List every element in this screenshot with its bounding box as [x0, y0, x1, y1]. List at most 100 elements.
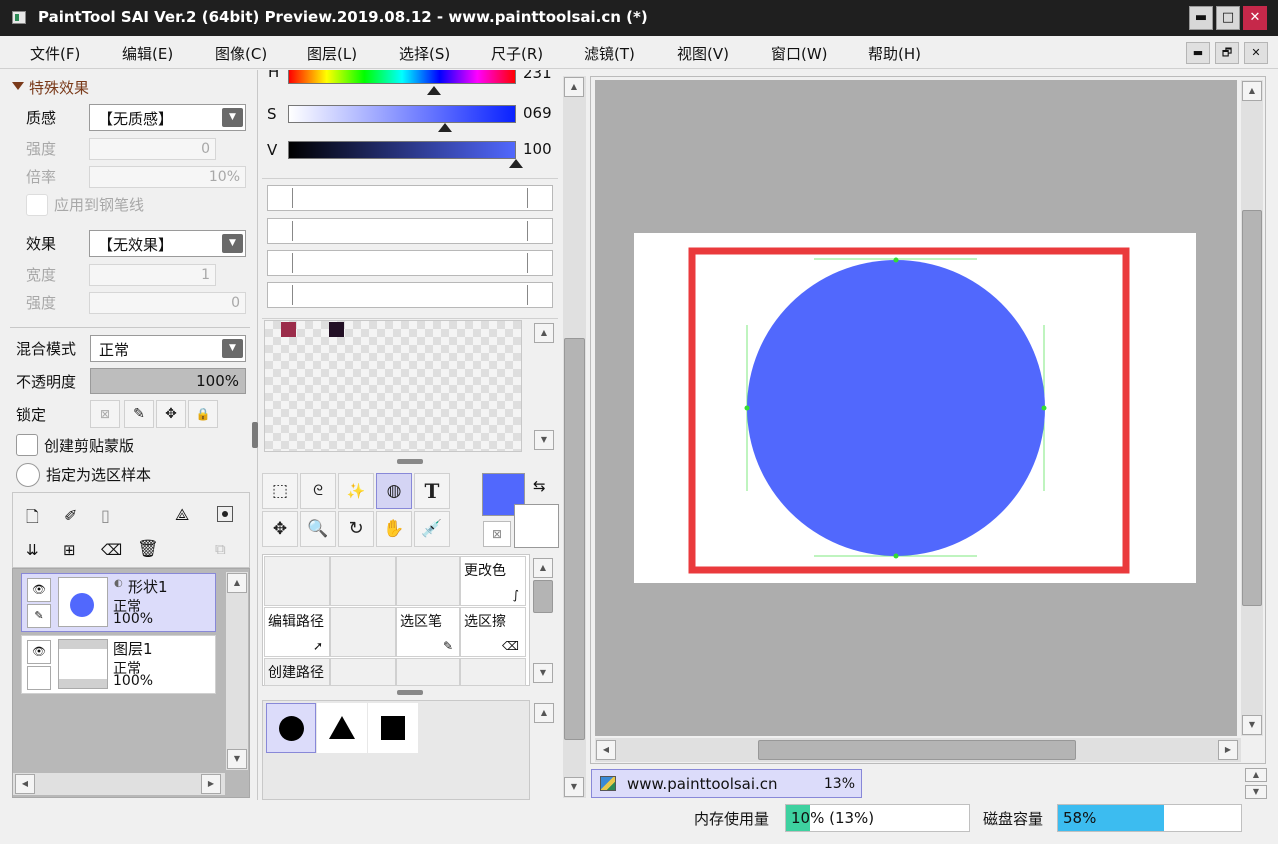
control-point[interactable]: [1041, 405, 1047, 411]
mdi-restore-button[interactable]: 🗗: [1215, 42, 1239, 64]
lock-all-icon[interactable]: 🔒: [188, 400, 218, 428]
maximize-button[interactable]: □: [1216, 6, 1240, 30]
selection-sample-radio[interactable]: [16, 463, 40, 487]
close-button[interactable]: ✕: [1243, 6, 1267, 30]
scroll-up-icon[interactable]: ▲: [1242, 81, 1262, 101]
scroll-down-icon[interactable]: ▼: [564, 777, 584, 797]
strength2-field[interactable]: 0: [89, 292, 246, 314]
panel-splitter-handle[interactable]: [252, 422, 258, 448]
scroll-left-icon[interactable]: ◀: [596, 740, 616, 760]
saturation-slider[interactable]: [288, 105, 516, 123]
document-canvas[interactable]: [634, 233, 1196, 583]
new-pen-layer-icon[interactable]: ✐: [64, 506, 77, 525]
scroll-down-icon[interactable]: ▼: [1242, 715, 1262, 735]
menu-file[interactable]: 文件(F): [30, 43, 80, 64]
square-shape-button[interactable]: [368, 703, 418, 753]
menu-window[interactable]: 窗口(W): [771, 43, 828, 64]
menu-layer[interactable]: 图层(L): [307, 43, 357, 64]
swap-colors-icon[interactable]: ⇆: [533, 477, 546, 495]
layer-lock-slot[interactable]: [27, 666, 51, 690]
scroll-thumb[interactable]: [1242, 210, 1262, 606]
tab-scroll-up-icon[interactable]: ▲: [1245, 768, 1267, 782]
brush-slot-4[interactable]: [267, 282, 553, 308]
layer-row-layer1[interactable]: 👁 图层1 正常 100%: [21, 635, 216, 694]
lasso-icon[interactable]: ᘓ: [300, 473, 336, 509]
control-point[interactable]: [893, 553, 899, 559]
value-marker[interactable]: [509, 159, 523, 168]
strength-field[interactable]: 0: [89, 138, 216, 160]
swatch-dark-purple[interactable]: [329, 322, 344, 337]
menu-select[interactable]: 选择(S): [399, 43, 450, 64]
scroll-up-icon[interactable]: ▲: [534, 703, 554, 723]
value-slider[interactable]: [288, 141, 516, 159]
layer-mask-icon[interactable]: [217, 506, 233, 522]
eyedropper-icon[interactable]: 💉: [414, 511, 450, 547]
panel-splitter-handle[interactable]: [397, 459, 423, 464]
scroll-up-icon[interactable]: ▲: [534, 323, 554, 343]
scroll-up-icon[interactable]: ▲: [533, 558, 553, 578]
swatch-palette[interactable]: [264, 320, 522, 452]
hue-slider[interactable]: [288, 70, 516, 84]
menu-edit[interactable]: 编辑(E): [122, 43, 173, 64]
apply-pen-checkbox[interactable]: [26, 194, 48, 216]
triangle-shape-button[interactable]: [317, 703, 367, 753]
width-field[interactable]: 1: [89, 264, 216, 286]
collapse-arrow-icon[interactable]: [12, 82, 24, 90]
create-path-tool[interactable]: 创建路径: [264, 658, 330, 686]
menu-help[interactable]: 帮助(H): [868, 43, 921, 64]
scroll-up-icon[interactable]: ▲: [564, 77, 584, 97]
clear-layer-icon[interactable]: ⌫: [101, 541, 122, 559]
swatch-maroon[interactable]: [281, 322, 296, 337]
opacity-slider[interactable]: 100%: [90, 368, 246, 394]
scroll-thumb[interactable]: [758, 740, 1076, 760]
transfer-down-icon[interactable]: ⇊: [26, 541, 39, 559]
selection-eraser-tool[interactable]: 选区擦 ⌫: [460, 607, 526, 657]
document-tab[interactable]: www.painttoolsai.cn 13%: [591, 769, 862, 798]
hue-marker[interactable]: [426, 86, 441, 95]
effects-section-title[interactable]: 特殊效果: [29, 77, 89, 98]
brush-slot-1[interactable]: [267, 185, 553, 211]
layer-list-vscrollbar[interactable]: [226, 572, 248, 770]
scroll-down-icon[interactable]: ▼: [227, 749, 247, 769]
rect-select-icon[interactable]: ⬚: [262, 473, 298, 509]
new-layer-icon[interactable]: 🗋: [26, 506, 39, 533]
magic-wand-icon[interactable]: ✨: [338, 473, 374, 509]
layer-list-hscrollbar[interactable]: [13, 773, 225, 795]
scroll-down-icon[interactable]: ▼: [533, 663, 553, 683]
scroll-down-icon[interactable]: ▼: [534, 430, 554, 450]
menu-ruler[interactable]: 尺子(R): [491, 43, 543, 64]
visibility-eye-icon[interactable]: 👁: [27, 578, 51, 602]
tab-scroll-down-icon[interactable]: ▼: [1245, 785, 1267, 799]
scroll-up-icon[interactable]: ▲: [227, 573, 247, 593]
mdi-close-button[interactable]: ✕: [1244, 42, 1268, 64]
rotate-icon[interactable]: ↻: [338, 511, 374, 547]
scroll-thumb[interactable]: [533, 580, 553, 613]
edit-path-tool[interactable]: 编辑路径 ➚: [264, 607, 330, 657]
effect-select[interactable]: 【无效果】 ▼: [89, 230, 246, 257]
background-color[interactable]: [514, 504, 559, 548]
new-folder-icon[interactable]: ▯: [101, 506, 110, 525]
menu-image[interactable]: 图像(C): [215, 43, 267, 64]
scroll-right-icon[interactable]: ▶: [1218, 740, 1238, 760]
blue-circle-shape[interactable]: [747, 260, 1045, 556]
merge-down-icon[interactable]: ⊞: [63, 541, 76, 559]
trash-icon[interactable]: 🗑: [137, 539, 159, 559]
brush-slot-2[interactable]: [267, 218, 553, 244]
scale-field[interactable]: 10%: [89, 166, 246, 188]
saturation-marker[interactable]: [438, 123, 453, 132]
selection-pen-tool[interactable]: 选区笔 ✎: [396, 607, 460, 657]
menu-filter[interactable]: 滤镜(T): [584, 43, 635, 64]
texture-select[interactable]: 【无质感】 ▼: [89, 104, 246, 131]
circle-shape-button[interactable]: [266, 703, 316, 753]
new-vector-layer-icon[interactable]: ⟁: [175, 505, 189, 525]
lock-draw-icon[interactable]: ✎: [124, 400, 154, 428]
flatten-icon[interactable]: ⧉: [215, 540, 226, 558]
recolor-tool[interactable]: 更改色 ∫: [460, 556, 526, 606]
mdi-minimize-button[interactable]: ▬: [1186, 42, 1210, 64]
hand-icon[interactable]: ✋: [376, 511, 412, 547]
control-point[interactable]: [744, 405, 750, 411]
visibility-eye-icon[interactable]: 👁: [27, 640, 51, 664]
zoom-icon[interactable]: 🔍: [300, 511, 336, 547]
scroll-thumb[interactable]: [564, 338, 585, 740]
text-tool-icon[interactable]: T: [414, 473, 450, 509]
